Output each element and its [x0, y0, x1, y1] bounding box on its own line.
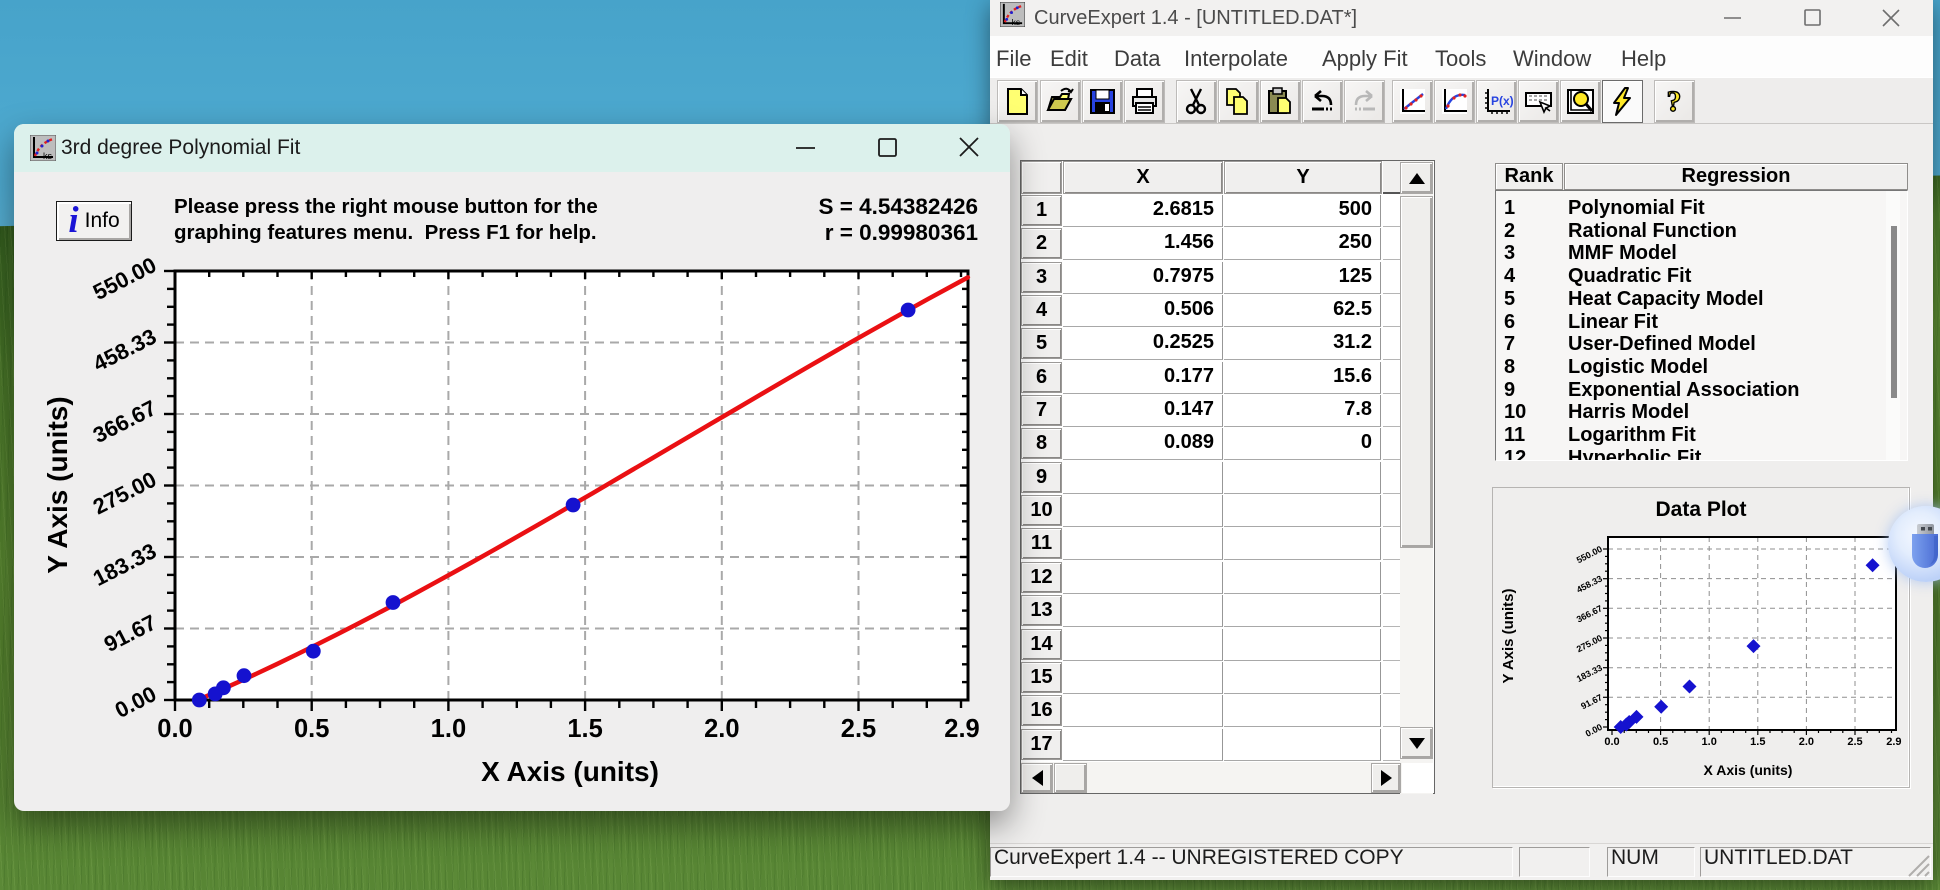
svg-text:1.5: 1.5 [567, 715, 602, 743]
svg-text:0.00: 0.00 [1584, 722, 1604, 739]
svg-text:2.5: 2.5 [841, 715, 876, 743]
svg-text:2.5: 2.5 [1847, 736, 1862, 748]
svg-text:0.5: 0.5 [294, 715, 329, 743]
svg-text:P(x): P(x) [1491, 94, 1513, 108]
svg-text:183.33: 183.33 [89, 538, 160, 591]
svg-text:?: ? [1667, 85, 1682, 118]
svg-text:0.5: 0.5 [1653, 736, 1668, 748]
svg-text:366.67: 366.67 [89, 395, 160, 448]
svg-text:2.0: 2.0 [1799, 736, 1814, 748]
svg-text:183.33: 183.33 [1575, 663, 1604, 684]
svg-text:1.5: 1.5 [1750, 736, 1765, 748]
svg-text:550.00: 550.00 [89, 252, 160, 305]
svg-text:2.0: 2.0 [704, 715, 739, 743]
svg-text:X Axis (units): X Axis (units) [481, 756, 659, 787]
svg-text:1.0: 1.0 [1702, 736, 1717, 748]
svg-text:1.0: 1.0 [431, 715, 466, 743]
svg-text:0.0: 0.0 [1604, 736, 1619, 748]
svg-text:ks: ks [1012, 17, 1021, 27]
svg-text:275.00: 275.00 [1575, 633, 1604, 654]
svg-text:550.00: 550.00 [1575, 544, 1604, 565]
svg-text:275.00: 275.00 [89, 467, 160, 520]
svg-text:2.9: 2.9 [944, 715, 979, 743]
svg-text:Y Axis (units): Y Axis (units) [42, 396, 73, 573]
svg-text:458.33: 458.33 [89, 324, 160, 377]
svg-text:91.67: 91.67 [1579, 692, 1604, 711]
svg-text:2.9: 2.9 [1886, 736, 1901, 748]
svg-text:366.67: 366.67 [1575, 603, 1604, 624]
svg-text:458.33: 458.33 [1575, 573, 1604, 594]
svg-text:0.0: 0.0 [157, 715, 192, 743]
svg-text:Y Axis (units): Y Axis (units) [1500, 588, 1517, 683]
svg-text:91.67: 91.67 [100, 610, 160, 657]
svg-text:0.00: 0.00 [111, 681, 161, 723]
svg-text:X Axis (units): X Axis (units) [1704, 762, 1793, 778]
